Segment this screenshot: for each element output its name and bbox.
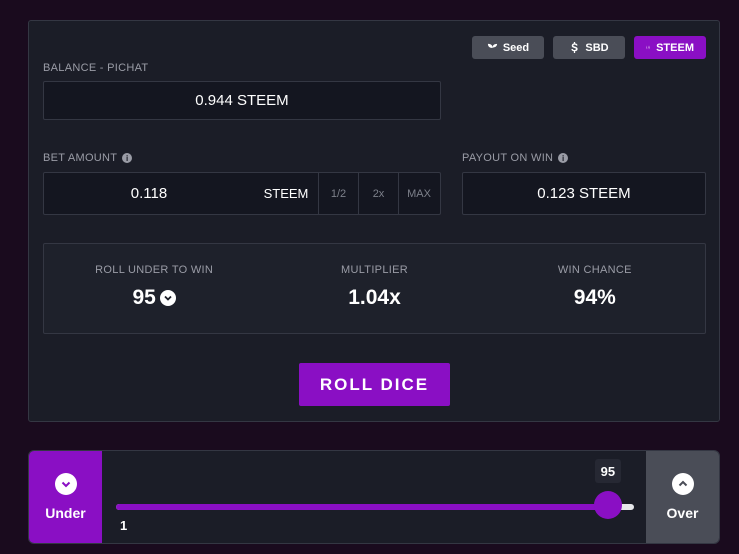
steem-label: STEEM: [656, 41, 694, 54]
win-chance-value: 94%: [573, 286, 616, 309]
bet-unit-label: STEEM: [263, 186, 309, 201]
multiplier-value: 1.04x: [348, 286, 401, 309]
info-icon[interactable]: i: [558, 153, 569, 163]
double-bet-button[interactable]: 2x: [358, 173, 398, 214]
balance-label: BALANCE - PICHAT: [43, 62, 149, 74]
half-bet-button[interactable]: 1/2: [318, 173, 358, 214]
seed-label: Seed: [502, 41, 530, 54]
max-bet-button[interactable]: MAX: [398, 173, 439, 214]
chevron-down-icon[interactable]: [159, 290, 176, 306]
slider-thumb[interactable]: [593, 491, 622, 519]
over-button[interactable]: Over: [646, 451, 719, 543]
win-chance-label: WIN CHANCE: [557, 264, 632, 276]
payout-label: PAYOUT ON WIN i: [462, 152, 569, 164]
roll-under-value[interactable]: 95: [132, 286, 176, 310]
under-button[interactable]: Under: [29, 451, 102, 543]
seed-currency-button[interactable]: Seed: [472, 36, 544, 59]
steem-currency-button[interactable]: STEEM: [634, 36, 706, 59]
roll-dice-button[interactable]: ROLL DICE: [299, 363, 450, 406]
slider-min-label: 1: [120, 518, 128, 533]
chevron-down-icon: [54, 473, 77, 495]
dollar-icon: [571, 42, 578, 53]
bet-amount-group: 0.118 STEEM 1/2 2x MAX: [43, 172, 441, 215]
slider-value-label: 95: [594, 459, 621, 483]
slider-track[interactable]: [116, 504, 634, 510]
roll-slider-panel: Under 95 1 Over: [28, 450, 720, 544]
win-chance-stat: WIN CHANCE 94%: [485, 244, 705, 333]
bet-amount-label: BET AMOUNT i: [43, 152, 133, 164]
bet-amount-input[interactable]: 0.118: [44, 185, 254, 202]
multiplier-stat: MULTIPLIER 1.04x: [264, 244, 484, 333]
currency-selector: Seed SBD STEEM: [472, 36, 706, 59]
chevron-up-icon: [671, 473, 694, 495]
payout-display: 0.123 STEEM: [462, 172, 706, 215]
slider-fill: [116, 504, 608, 510]
roll-under-label: ROLL UNDER TO WIN: [95, 264, 214, 276]
info-icon[interactable]: i: [122, 153, 133, 163]
balance-display: 0.944 STEEM: [43, 81, 441, 120]
sbd-currency-button[interactable]: SBD: [553, 36, 625, 59]
steem-icon: [646, 45, 651, 50]
seedling-icon: [487, 43, 497, 53]
roll-stats: ROLL UNDER TO WIN 95 MULTIPLIER 1.04x WI…: [43, 243, 706, 334]
under-label: Under: [45, 505, 86, 521]
over-label: Over: [666, 505, 699, 521]
dice-panel: Seed SBD STEEM BALANCE - PICHAT 0.944 ST…: [28, 20, 720, 422]
sbd-label: SBD: [585, 41, 609, 54]
roll-under-stat: ROLL UNDER TO WIN 95: [44, 244, 264, 333]
multiplier-label: MULTIPLIER: [341, 264, 408, 276]
